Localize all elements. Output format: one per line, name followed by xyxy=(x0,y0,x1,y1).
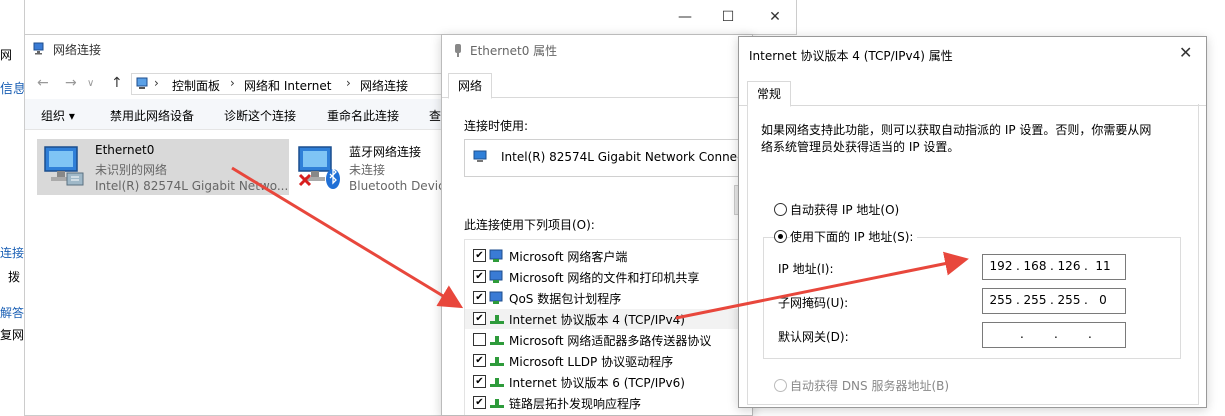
arrow-to-ip-field xyxy=(675,251,969,320)
annotation-arrows xyxy=(231,166,969,320)
arrow-to-ipv4-item xyxy=(231,166,464,309)
